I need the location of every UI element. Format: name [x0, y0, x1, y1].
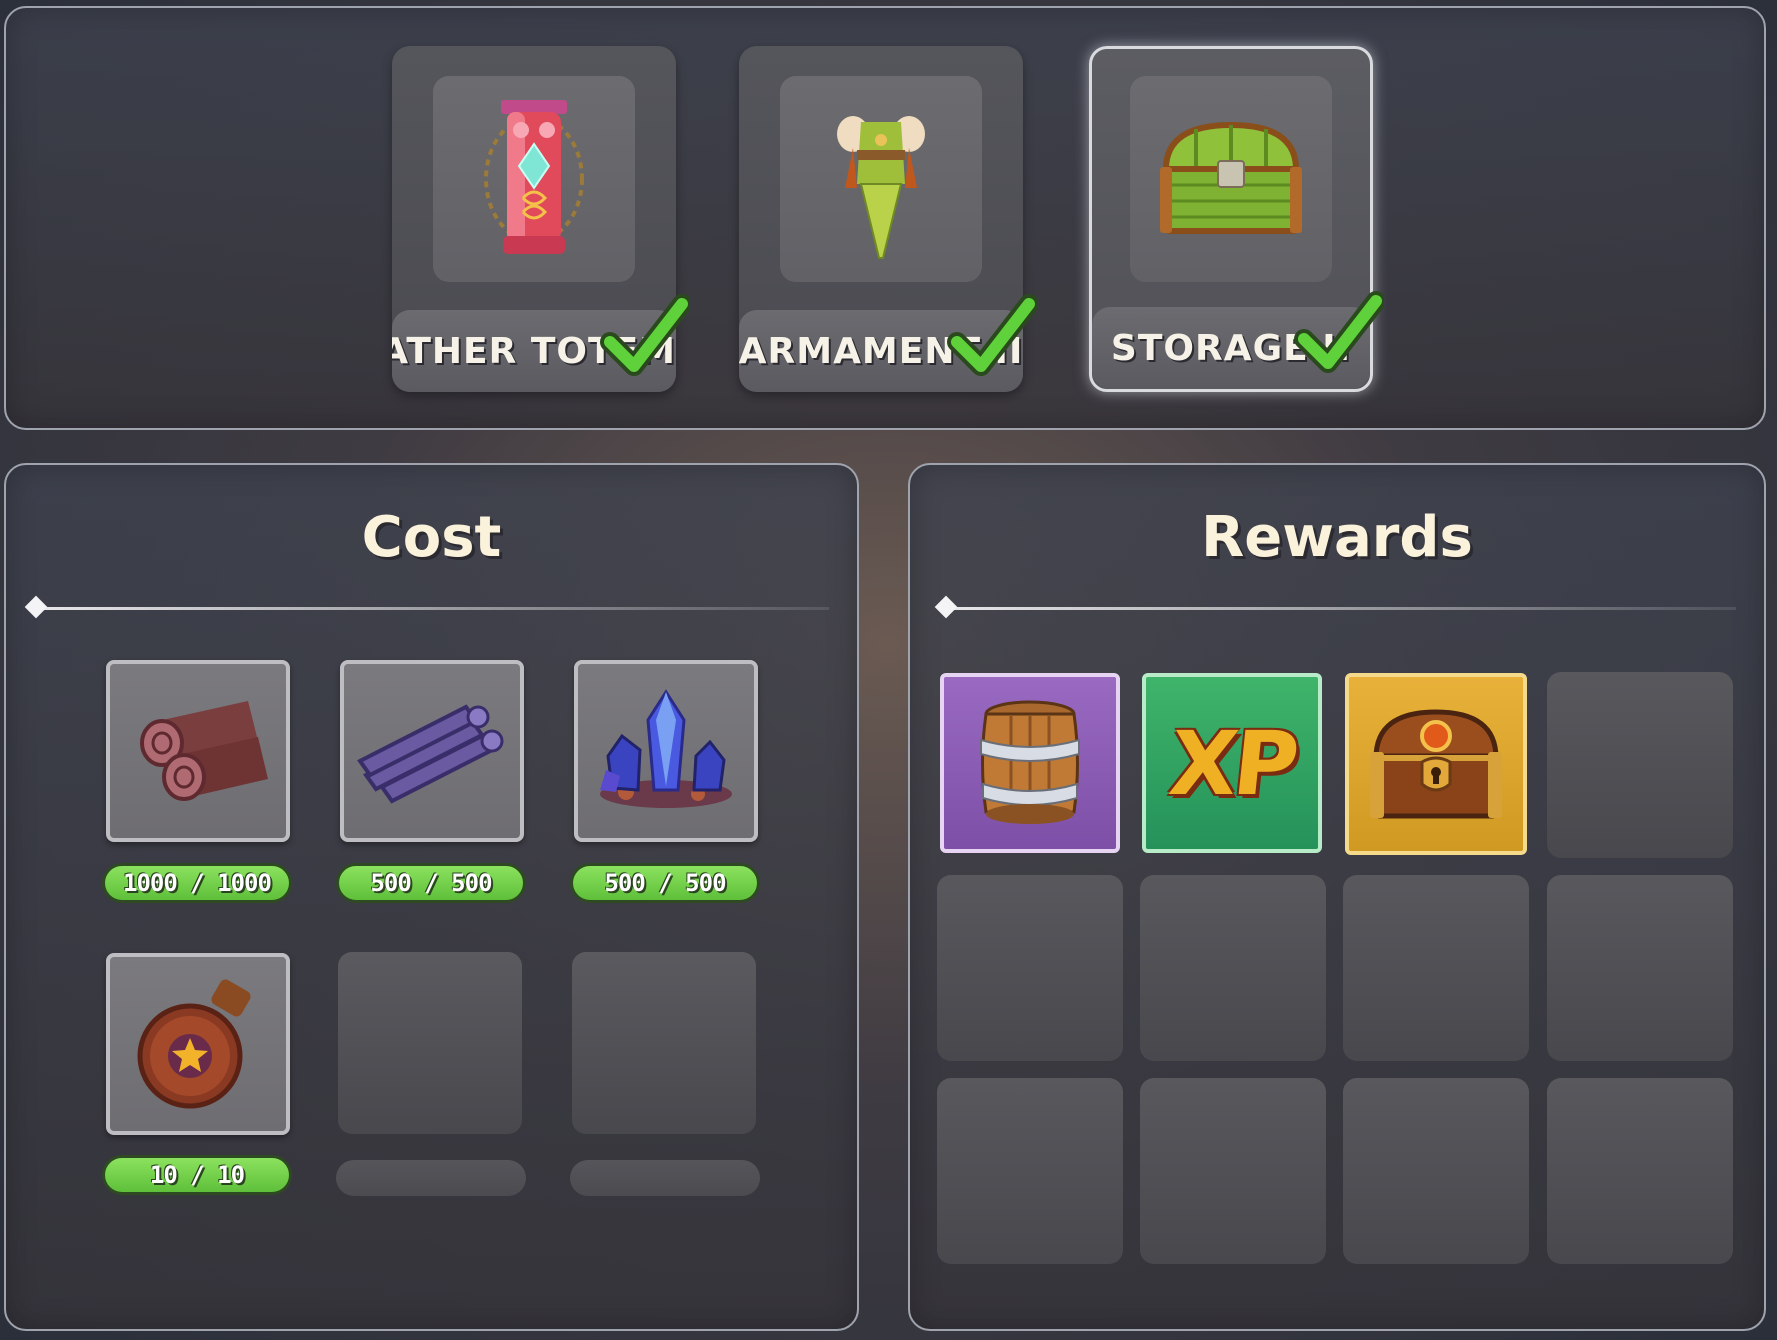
- cost-divider: [24, 595, 829, 619]
- cost-progress-pill: 500 / 500: [570, 863, 760, 903]
- upgrade-selector-panel: GATHER TOTEM II ARMAMENT II: [4, 6, 1766, 430]
- rewards-title: Rewards: [1201, 505, 1473, 570]
- empty-cost-slot: [338, 952, 522, 1134]
- rewards-divider: [934, 595, 1736, 619]
- empty-progress-pill: [336, 1160, 526, 1196]
- armament-icon-box: [780, 76, 982, 282]
- empty-reward-slot: [937, 875, 1123, 1061]
- reward-slot-barrel[interactable]: [940, 673, 1120, 853]
- empty-reward-slot: [1547, 672, 1733, 858]
- storage-icon-box: [1130, 76, 1332, 282]
- reward-slot-treasure-chest[interactable]: [1345, 673, 1527, 855]
- empty-reward-slot: [1547, 875, 1733, 1061]
- empty-reward-slot: [1140, 1078, 1326, 1264]
- upgrade-card-storage[interactable]: STORAGE II: [1089, 46, 1384, 392]
- blue-crystal-icon: [600, 689, 732, 808]
- reward-slot-xp[interactable]: XP: [1142, 673, 1322, 853]
- treasure-chest-icon: [1370, 709, 1502, 819]
- totem-icon: [484, 100, 584, 254]
- check-icon: [947, 294, 1037, 376]
- storage-chest-icon: [1160, 121, 1302, 234]
- xp-icon: XP: [1164, 711, 1300, 815]
- gather-totem-icon-box: [433, 76, 635, 282]
- cost-item-slot[interactable]: [340, 660, 524, 842]
- upgrade-card-armament[interactable]: ARMAMENT II: [739, 46, 1037, 392]
- empty-reward-slot: [937, 1078, 1123, 1264]
- cost-progress-pill: 500 / 500: [336, 863, 526, 903]
- cost-progress-pill: 1000 / 1000: [102, 863, 292, 903]
- empty-reward-slot: [1140, 875, 1326, 1061]
- empty-cost-slot: [572, 952, 756, 1134]
- wood-logs-icon: [140, 701, 268, 801]
- potion-flask-icon: [137, 979, 251, 1109]
- check-icon: [600, 294, 690, 376]
- check-icon: [1294, 291, 1384, 373]
- cost-item-slot[interactable]: [106, 660, 290, 842]
- empty-reward-slot: [1343, 1078, 1529, 1264]
- cost-progress-pill: 10 / 10: [102, 1155, 292, 1195]
- cost-item-slot[interactable]: [106, 953, 290, 1135]
- armor-icon: [837, 116, 925, 259]
- cost-title: Cost: [361, 505, 502, 570]
- barrel-icon: [980, 700, 1080, 824]
- purple-planks-icon: [357, 704, 504, 804]
- empty-reward-slot: [1547, 1078, 1733, 1264]
- rewards-panel: Rewards XP: [908, 463, 1766, 1331]
- cost-panel: Cost 1000 / 1000 500 / 500 500 / 500 10 …: [4, 463, 859, 1331]
- empty-reward-slot: [1343, 875, 1529, 1061]
- upgrade-card-gather-totem[interactable]: GATHER TOTEM II: [392, 46, 690, 392]
- empty-progress-pill: [570, 1160, 760, 1196]
- cost-item-slot[interactable]: [574, 660, 758, 842]
